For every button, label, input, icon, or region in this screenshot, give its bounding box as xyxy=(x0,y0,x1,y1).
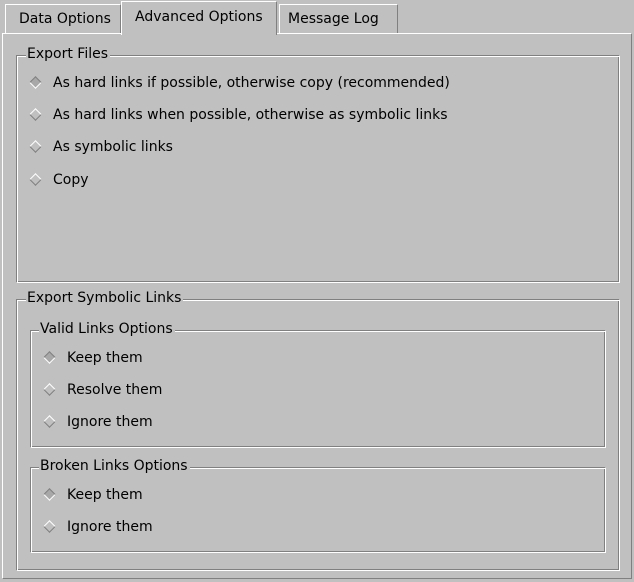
valid-links-title: Valid Links Options xyxy=(39,321,175,338)
radio-label: As hard links if possible, otherwise cop… xyxy=(53,75,450,91)
radio-label: As hard links when possible, otherwise a… xyxy=(53,107,448,123)
radio-label: Ignore them xyxy=(67,519,153,535)
export-files-title: Export Files xyxy=(26,46,110,63)
radio-label: Keep them xyxy=(67,350,143,366)
radio-label: As symbolic links xyxy=(53,139,173,155)
tab-data-options-label: Data Options xyxy=(19,11,111,27)
tab-advanced-options-label: Advanced Options xyxy=(135,9,263,25)
tab-advanced-options[interactable]: Advanced Options xyxy=(121,1,277,35)
broken-links-title: Broken Links Options xyxy=(39,458,190,475)
radio-label: Copy xyxy=(53,172,89,188)
broken-links-group xyxy=(30,467,606,553)
export-symbolic-links-title: Export Symbolic Links xyxy=(26,290,184,307)
tab-message-log[interactable]: Message Log xyxy=(279,4,398,33)
tab-message-log-label: Message Log xyxy=(288,11,379,27)
tab-data-options[interactable]: Data Options xyxy=(5,4,121,33)
active-tab-join xyxy=(122,33,275,35)
radio-label: Keep them xyxy=(67,487,143,503)
radio-label: Ignore them xyxy=(67,414,153,430)
radio-label: Resolve them xyxy=(67,382,163,398)
